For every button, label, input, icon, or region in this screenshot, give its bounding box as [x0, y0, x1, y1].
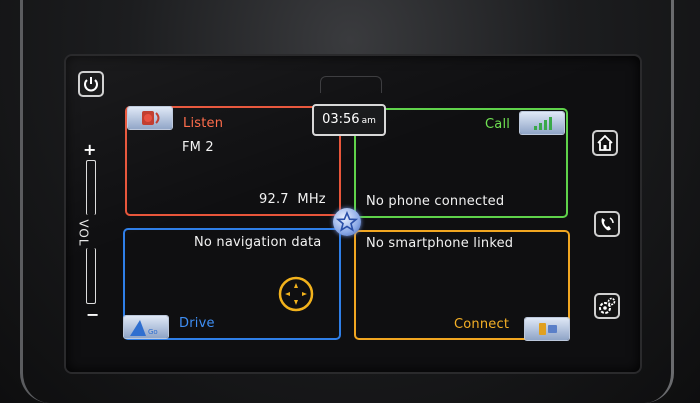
volume-slider-lower[interactable] — [86, 248, 96, 304]
call-status: No phone connected — [366, 194, 505, 209]
radio-frequency: 92.7 MHz — [259, 192, 326, 207]
listen-label: Listen — [183, 116, 224, 131]
svg-text:Go: Go — [148, 328, 158, 336]
home-button[interactable] — [592, 130, 618, 156]
top-notch — [320, 76, 382, 93]
phone-icon — [601, 217, 614, 231]
radio-band: FM 2 — [182, 140, 214, 155]
device-icon — [525, 318, 569, 340]
map-icon: Go — [124, 316, 168, 338]
volume-down-button[interactable]: − — [86, 305, 99, 324]
star-icon[interactable] — [333, 208, 361, 236]
settings-button[interactable] — [594, 293, 620, 319]
volume-up-button[interactable]: + — [83, 140, 96, 159]
clock-time: 03:56 — [322, 112, 360, 127]
home-icon — [597, 134, 613, 151]
call-label: Call — [485, 117, 511, 132]
settings-icon — [599, 297, 616, 314]
volume-label: VOL — [76, 219, 91, 247]
power-icon — [84, 77, 98, 92]
connect-label: Connect — [454, 317, 510, 332]
compass-icon — [276, 274, 316, 318]
drive-label: Drive — [179, 316, 215, 331]
clock: 03:56 am — [312, 104, 386, 136]
connect-status: No smartphone linked — [366, 236, 514, 251]
volume-slider-upper[interactable] — [86, 160, 96, 215]
music-icon — [128, 107, 172, 129]
signal-icon — [520, 112, 564, 134]
power-button[interactable] — [78, 71, 104, 97]
drive-status: No navigation data — [194, 235, 322, 250]
clock-ampm: am — [361, 116, 376, 126]
phone-button[interactable] — [594, 211, 620, 237]
